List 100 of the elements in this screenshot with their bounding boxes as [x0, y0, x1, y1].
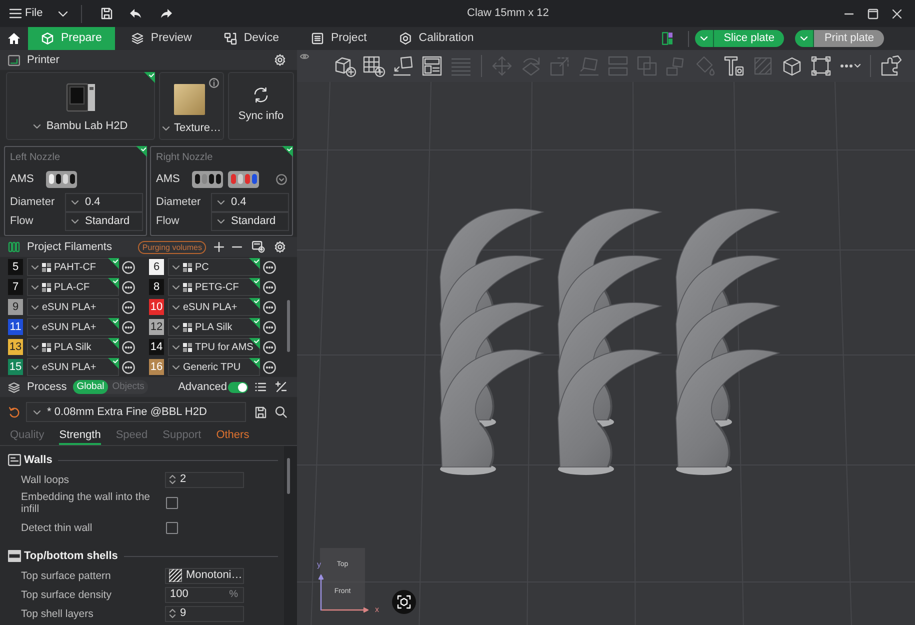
more-options-icon[interactable]	[263, 360, 276, 374]
caret-icon	[162, 126, 170, 131]
camera-focus-icon[interactable]	[392, 590, 416, 614]
file-menu-button[interactable]: File	[9, 4, 43, 24]
setting-label: Wall loops	[21, 474, 70, 486]
filament-dropdown[interactable]: PLA Silk	[168, 318, 260, 336]
search-icon[interactable]	[275, 406, 287, 418]
text-tool-icon[interactable]	[722, 54, 746, 78]
caret-icon	[700, 36, 708, 41]
dropdown-field[interactable]: 0.4	[65, 193, 143, 212]
nav-tab[interactable]: Device	[208, 27, 295, 50]
tilted-square-icon[interactable]	[391, 54, 415, 78]
plus-minus-icon[interactable]	[275, 381, 287, 393]
bounding-box-icon[interactable]	[809, 54, 833, 78]
filament-number: 10	[149, 299, 164, 315]
caret-icon	[172, 364, 180, 370]
more-options-icon[interactable]	[263, 340, 276, 354]
more-options-icon[interactable]	[122, 320, 135, 334]
field-label: Diameter	[156, 195, 202, 210]
reset-icon[interactable]	[8, 406, 20, 418]
filament-dropdown[interactable]: PAHT-CF	[27, 258, 119, 276]
more-options-icon[interactable]	[122, 360, 135, 374]
dropdown-field[interactable]: Standard	[65, 212, 143, 231]
save-icon[interactable]	[100, 7, 113, 20]
list-icon[interactable]	[255, 382, 266, 392]
maximize-icon[interactable]	[867, 8, 879, 20]
eye-icon[interactable]	[300, 53, 309, 60]
caret-icon[interactable]	[58, 10, 68, 16]
axis-label: x	[375, 605, 379, 614]
pattern-dropdown[interactable]: Monotoni…	[165, 568, 244, 584]
more-options-icon[interactable]	[263, 320, 276, 334]
nav-tab[interactable]: Preview	[114, 27, 208, 50]
more-options-icon[interactable]	[122, 260, 135, 274]
panels-icon[interactable]	[420, 54, 444, 78]
nav-tab[interactable]: Calibration	[382, 27, 490, 50]
plate-type-dropdown[interactable]: Texture…	[162, 120, 222, 136]
save-icon[interactable]	[254, 406, 267, 418]
filament-number: 12	[149, 319, 164, 335]
filament-dropdown[interactable]: PETG-CF	[168, 278, 260, 296]
settings-tab[interactable]: Others	[216, 427, 250, 445]
settings-icon[interactable]	[274, 241, 286, 253]
sync-info-button[interactable]: Sync info	[228, 72, 294, 140]
checkbox[interactable]	[166, 497, 178, 509]
hatch-pattern-icon	[169, 569, 182, 582]
more-options-icon[interactable]	[263, 280, 276, 294]
split-layout-icon[interactable]	[662, 32, 673, 45]
printer-model-dropdown[interactable]: Bambu Lab H2D	[33, 118, 128, 134]
undo-icon[interactable]	[128, 8, 142, 19]
dropdown-field[interactable]: Standard	[211, 212, 289, 231]
advanced-switch[interactable]	[228, 382, 248, 392]
number-field[interactable]: 2	[165, 472, 244, 488]
filament-dropdown[interactable]: TPU for AMS	[168, 338, 260, 356]
purging-volumes-button[interactable]: Purging volumes	[138, 240, 206, 254]
settings-tab[interactable]: Strength	[59, 427, 101, 445]
nav-tab[interactable]: Project	[294, 27, 383, 50]
filament-dropdown[interactable]: PLA Silk	[27, 338, 119, 356]
close-icon[interactable]	[891, 8, 903, 20]
checkbox[interactable]	[166, 522, 178, 534]
caret-icon	[217, 219, 225, 224]
info-icon[interactable]	[209, 78, 219, 88]
panel-title: Left Nozzle	[10, 152, 62, 164]
filament-dropdown[interactable]: eSUN PLA+	[27, 318, 119, 336]
more-options-icon[interactable]	[263, 300, 276, 314]
filament-dropdown[interactable]: eSUN PLA+	[27, 358, 119, 376]
dropdown-field[interactable]: 0.4	[211, 193, 289, 212]
preset-dropdown[interactable]: * 0.08mm Extra Fine @BBL H2D	[26, 402, 246, 422]
filament-dropdown[interactable]: eSUN PLA+	[27, 298, 119, 316]
expand-icon[interactable]	[276, 174, 287, 184]
dropdown-button[interactable]	[694, 30, 714, 47]
filament-dropdown[interactable]: eSUN PLA+	[168, 298, 260, 316]
redo-icon[interactable]	[160, 8, 173, 19]
filament-dropdown[interactable]: PLA-CF	[27, 278, 119, 296]
dropdown-button[interactable]	[795, 30, 814, 47]
scrollbar-thumb[interactable]	[287, 458, 290, 494]
x-axis-arrow	[321, 607, 369, 613]
settings-icon[interactable]	[274, 54, 286, 66]
home-icon[interactable]	[7, 32, 21, 45]
filament-dropdown[interactable]: PC	[168, 258, 260, 276]
number-field[interactable]: 100 %	[165, 586, 244, 602]
puzzle-icon[interactable]	[879, 54, 903, 78]
menu-icon	[9, 8, 22, 19]
filament-number: 14	[149, 339, 164, 355]
build-plate-icon	[174, 84, 205, 115]
add-icon[interactable]	[214, 242, 224, 252]
number-field[interactable]: 9	[165, 606, 244, 622]
list-icon	[310, 32, 324, 45]
setting-label: Detect thin wall	[21, 522, 94, 534]
caret-icon	[172, 284, 180, 290]
caret-icon	[800, 36, 808, 41]
more-options-icon[interactable]	[263, 260, 276, 274]
more-options-icon[interactable]	[122, 300, 135, 314]
grid-plus-icon[interactable]	[362, 54, 386, 78]
more-options-icon[interactable]	[122, 280, 135, 294]
filament-number: 11	[8, 319, 23, 335]
filament-dropdown[interactable]: Generic TPU	[168, 358, 260, 376]
more-options-icon[interactable]	[122, 340, 135, 354]
caret-icon	[172, 304, 180, 310]
y-axis-arrow	[318, 573, 324, 611]
scrollbar-thumb[interactable]	[287, 300, 290, 352]
filament-number: 15	[8, 359, 23, 375]
